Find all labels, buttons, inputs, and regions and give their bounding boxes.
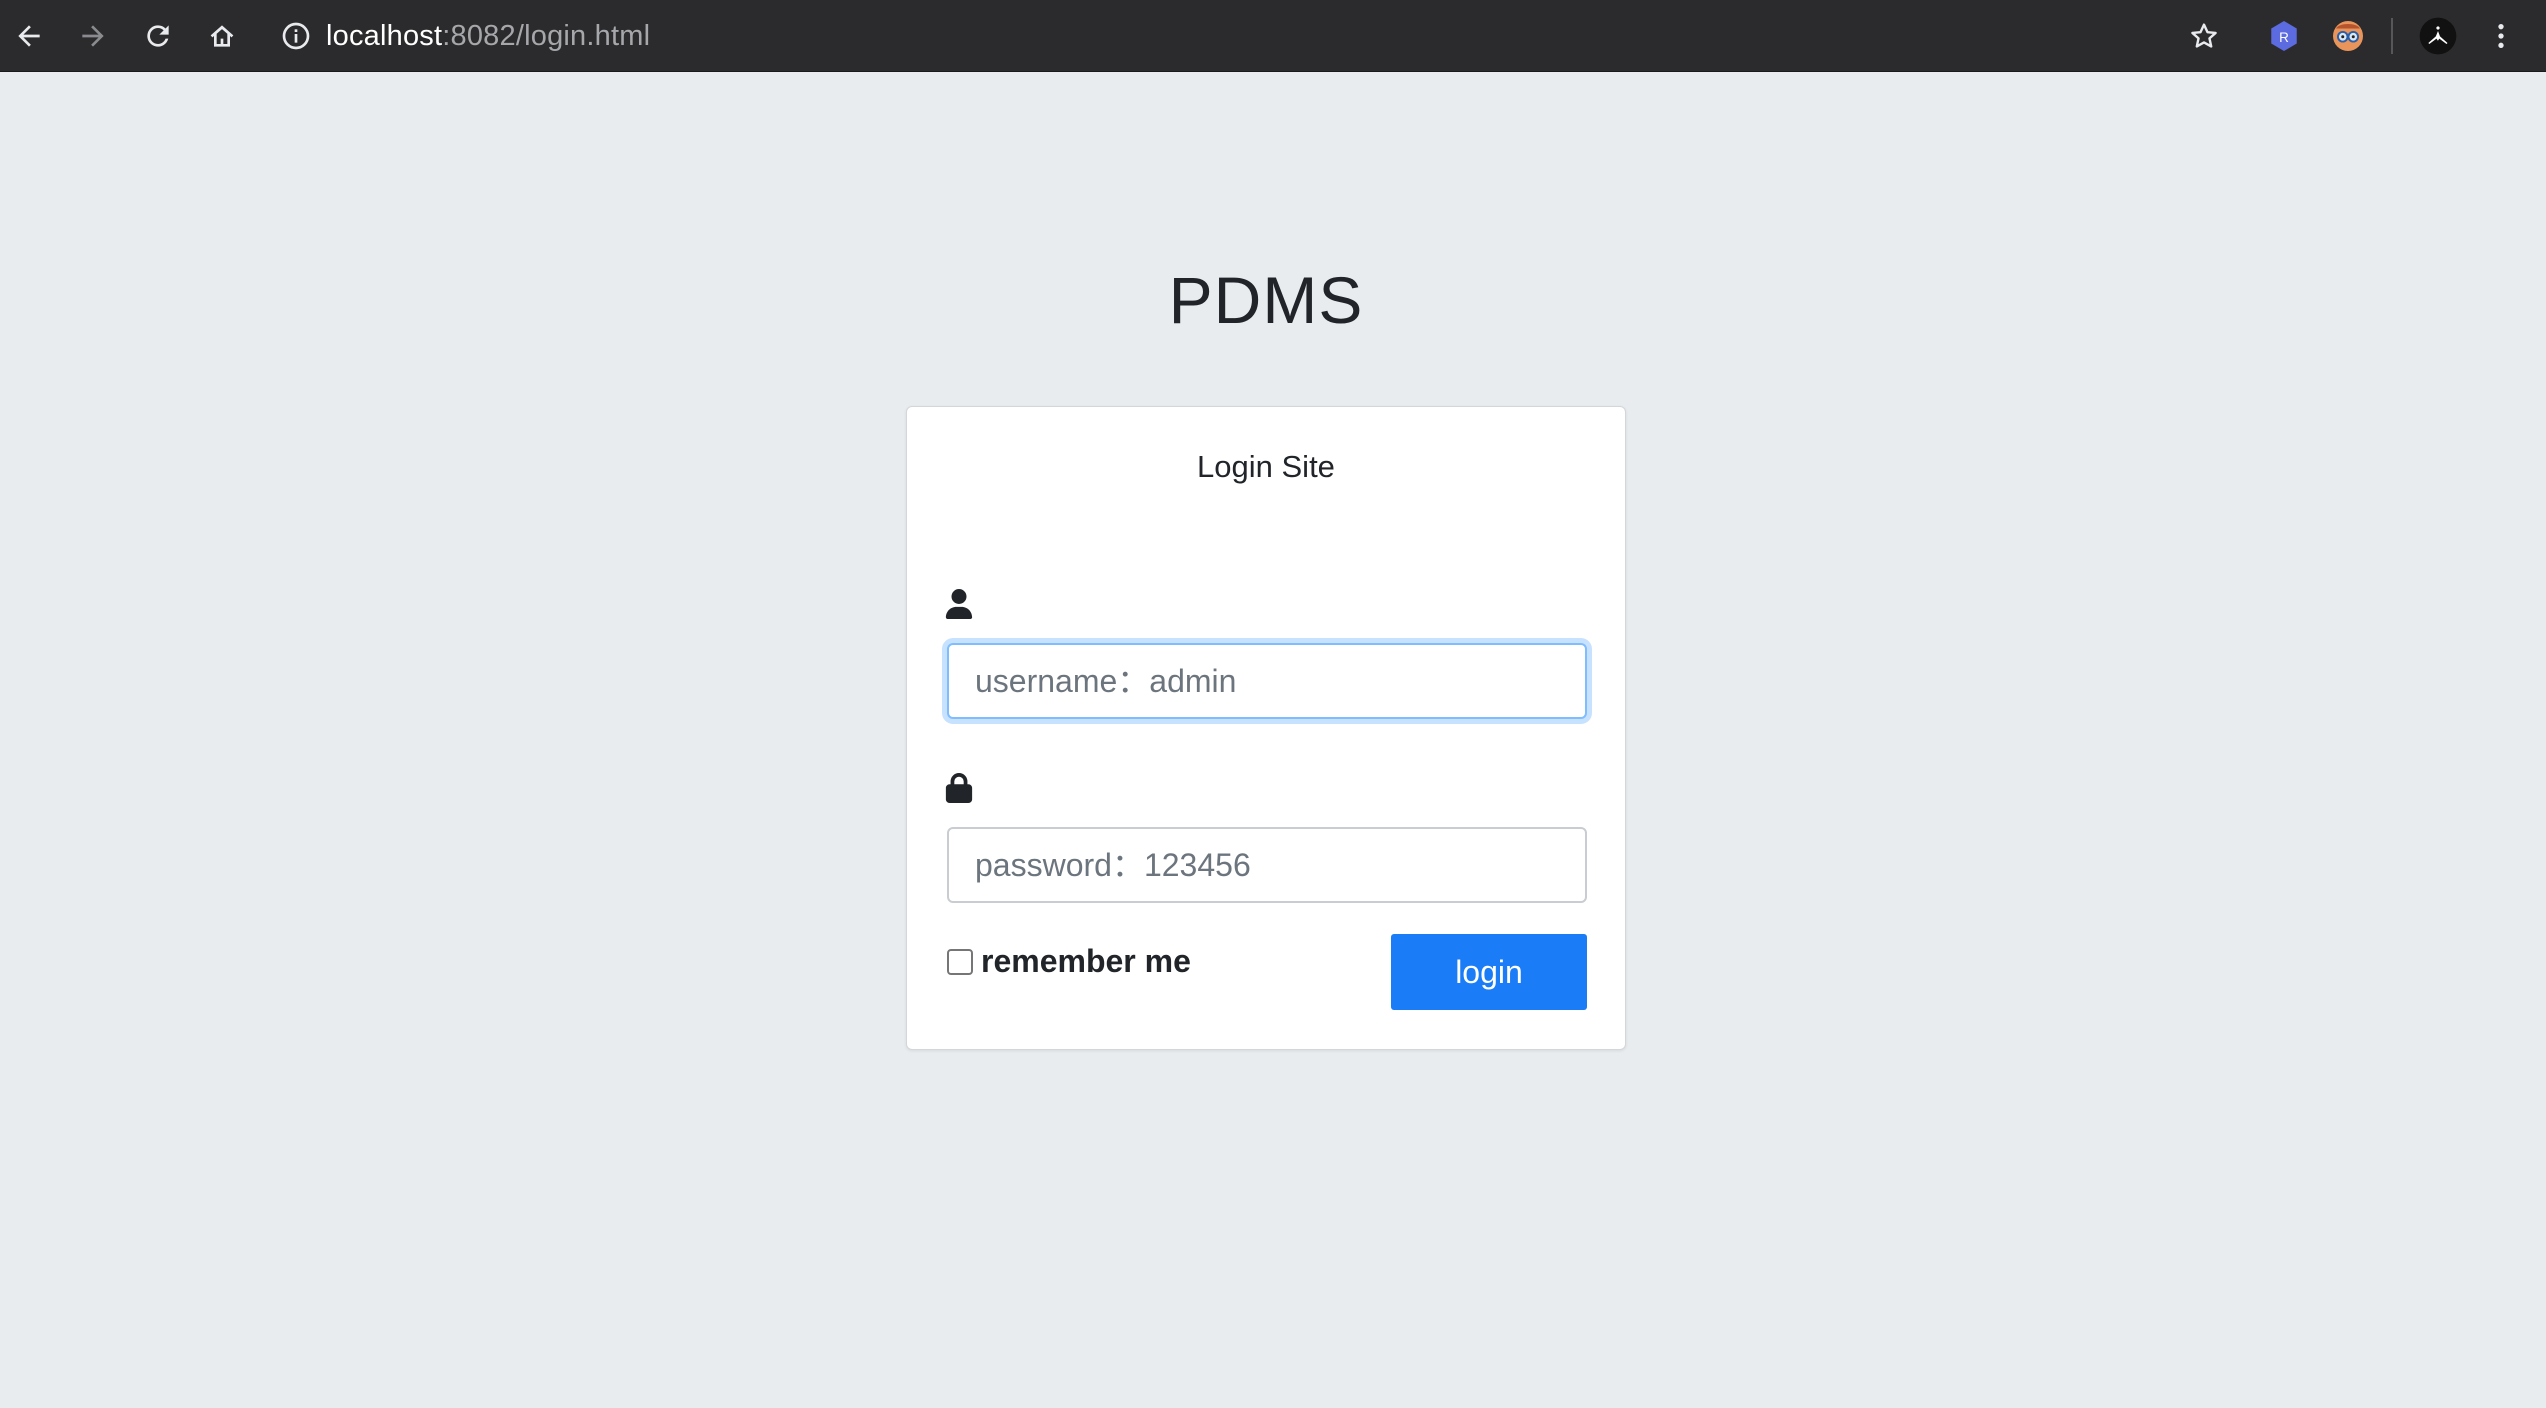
lock-icon [945,773,973,803]
user-icon [945,589,973,619]
reload-icon [147,25,169,47]
home-button[interactable] [199,13,245,59]
url-path: :8082/login.html [442,19,651,52]
forward-icon [82,25,104,47]
back-button[interactable] [6,13,52,59]
address-bar[interactable]: localhost:8082/login.html [280,10,2180,62]
bookmark-star-icon [2191,23,2217,48]
remember-me-label[interactable]: remember me [981,943,1191,980]
username-input[interactable] [947,643,1587,719]
remember-me-checkbox[interactable] [947,948,973,975]
extension-glasses-button[interactable] [2325,13,2371,59]
back-icon [18,25,40,47]
site-info-icon[interactable] [280,20,312,52]
browser-menu-button[interactable] [2478,13,2524,59]
extension-glasses-icon [2333,21,2363,51]
bookmark-button[interactable] [2181,13,2227,59]
page-title: PDMS [1168,263,1364,337]
extension-r-letter: R [2279,30,2289,45]
forward-button[interactable] [70,13,116,59]
reload-button[interactable] [135,13,181,59]
extension-r-icon: R [2271,21,2297,51]
profile-avatar-icon [2419,17,2457,55]
login-button[interactable]: login [1391,934,1587,1010]
toolbar-divider [2391,18,2393,54]
profile-button[interactable] [2415,13,2461,59]
password-input[interactable] [947,827,1587,903]
browser-toolbar: localhost:8082/login.html R [0,0,2546,72]
url-host: localhost [326,19,443,52]
home-icon [210,25,234,47]
login-card: Login Site remember me login [906,406,1626,1050]
extension-r-button[interactable]: R [2261,13,2307,59]
remember-me-row: remember me [947,943,1191,980]
card-heading: Login Site [1197,449,1335,484]
kebab-menu-icon [2498,24,2504,48]
